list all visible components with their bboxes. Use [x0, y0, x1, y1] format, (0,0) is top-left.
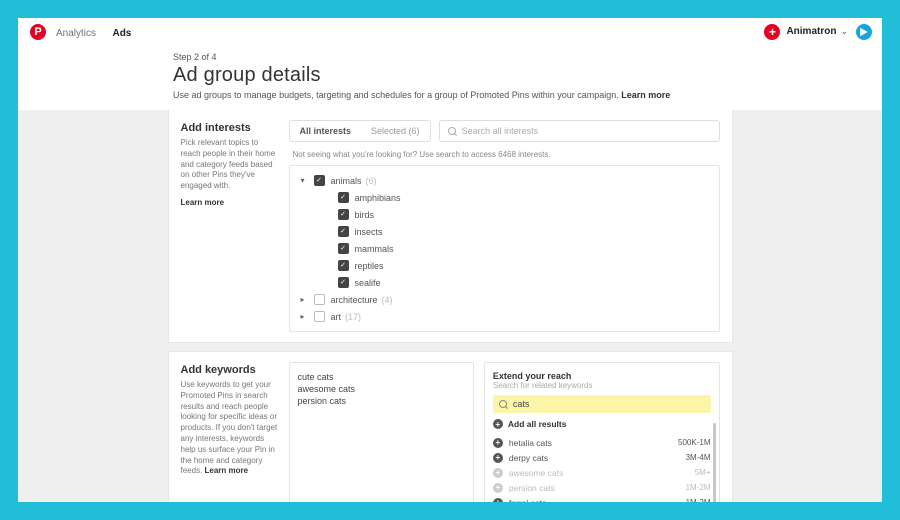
account-name[interactable]: Animatron — [786, 26, 836, 37]
plus-icon: + — [493, 483, 503, 493]
tree-row-insects[interactable]: insects — [322, 223, 711, 240]
result-awesome-cats[interactable]: +awesome cats5M+ — [493, 465, 711, 480]
interests-heading: Add interests — [181, 122, 279, 134]
caret-right-icon[interactable]: ▸ — [298, 312, 308, 321]
tree-row-art[interactable]: ▸ art(17) — [298, 308, 711, 325]
interests-note: Not seeing what you're looking for? Use … — [293, 150, 720, 159]
plus-icon: + — [493, 498, 503, 503]
keywords-card: Add keywords Use keywords to get your Pr… — [168, 351, 733, 502]
result-derpy-cats[interactable]: +derpy cats3M-4M — [493, 450, 711, 465]
checkbox-insects[interactable] — [338, 226, 349, 237]
learn-more-link[interactable]: Learn more — [621, 90, 670, 100]
interests-tabs: All interests Selected (6) — [289, 120, 431, 142]
create-icon[interactable]: + — [764, 24, 780, 40]
tree-row-animals[interactable]: ▾ animals(6) — [298, 172, 711, 189]
checkbox-amphibians[interactable] — [338, 192, 349, 203]
result-persion-cats[interactable]: +persion cats1M-2M — [493, 480, 711, 495]
search-icon — [448, 127, 457, 136]
tree-row-amphibians[interactable]: amphibians — [322, 189, 711, 206]
interests-tree: ▾ animals(6) amphibiansbirdsinsectsmamma… — [289, 165, 720, 332]
caret-right-icon[interactable]: ▸ — [298, 295, 308, 304]
result-ferral-cats[interactable]: +ferral cats1M-2M — [493, 495, 711, 502]
checkbox-art[interactable] — [314, 311, 325, 322]
nav-analytics[interactable]: Analytics — [56, 28, 96, 39]
scrollbar[interactable] — [713, 423, 716, 502]
tree-row-architecture[interactable]: ▸ architecture(4) — [298, 291, 711, 308]
tree-row-reptiles[interactable]: reptiles — [322, 257, 711, 274]
tree-row-birds[interactable]: birds — [322, 206, 711, 223]
plus-icon: + — [493, 419, 503, 429]
tree-row-mammals[interactable]: mammals — [322, 240, 711, 257]
checkbox-reptiles[interactable] — [338, 260, 349, 271]
interests-search[interactable]: Search all interests — [439, 120, 720, 142]
checkbox-sealife[interactable] — [338, 277, 349, 288]
plus-icon: + — [493, 438, 503, 448]
tab-all-interests[interactable]: All interests — [290, 121, 362, 141]
checkbox-architecture[interactable] — [314, 294, 325, 305]
page-header: Step 2 of 4 Ad group details Use ad grou… — [18, 46, 882, 110]
page-title: Ad group details — [173, 64, 882, 87]
caret-down-icon[interactable]: ▾ — [298, 176, 308, 185]
keywords-learn-more[interactable]: Learn more — [205, 466, 249, 475]
extend-reach-panel: Extend your reach Search for related key… — [484, 362, 720, 502]
tree-row-sealife[interactable]: sealife — [322, 274, 711, 291]
related-search-input[interactable]: cats — [493, 395, 711, 413]
extend-reach-hint: Search for related keywords — [493, 381, 711, 390]
keywords-desc: Use keywords to get your Promoted Pins i… — [181, 380, 279, 477]
chevron-down-icon[interactable]: ⌄ — [840, 26, 848, 37]
search-icon — [499, 400, 508, 409]
avatar[interactable] — [856, 24, 872, 40]
extend-reach-title: Extend your reach — [493, 371, 711, 381]
pinterest-logo-icon[interactable]: P — [30, 24, 46, 40]
plus-icon: + — [493, 468, 503, 478]
checkbox-birds[interactable] — [338, 209, 349, 220]
checkbox-mammals[interactable] — [338, 243, 349, 254]
add-all-results[interactable]: + Add all results — [493, 419, 711, 429]
keywords-textarea[interactable]: cute catsawesome catspersion cats — [289, 362, 474, 502]
plus-icon: + — [493, 453, 503, 463]
checkbox-animals[interactable] — [314, 175, 325, 186]
interests-learn-more[interactable]: Learn more — [181, 198, 225, 207]
step-indicator: Step 2 of 4 — [173, 52, 882, 62]
interests-desc: Pick relevant topics to reach people in … — [181, 138, 279, 192]
result-hetalia-cats[interactable]: +hetalia cats500K-1M — [493, 435, 711, 450]
nav-ads[interactable]: Ads — [112, 28, 131, 39]
interests-card: Add interests Pick relevant topics to re… — [168, 110, 733, 343]
keywords-heading: Add keywords — [181, 364, 279, 376]
page-subtitle: Use ad groups to manage budgets, targeti… — [173, 90, 882, 100]
tab-selected[interactable]: Selected (6) — [361, 121, 430, 141]
top-nav: P Analytics Ads + Animatron ⌄ — [18, 18, 882, 46]
